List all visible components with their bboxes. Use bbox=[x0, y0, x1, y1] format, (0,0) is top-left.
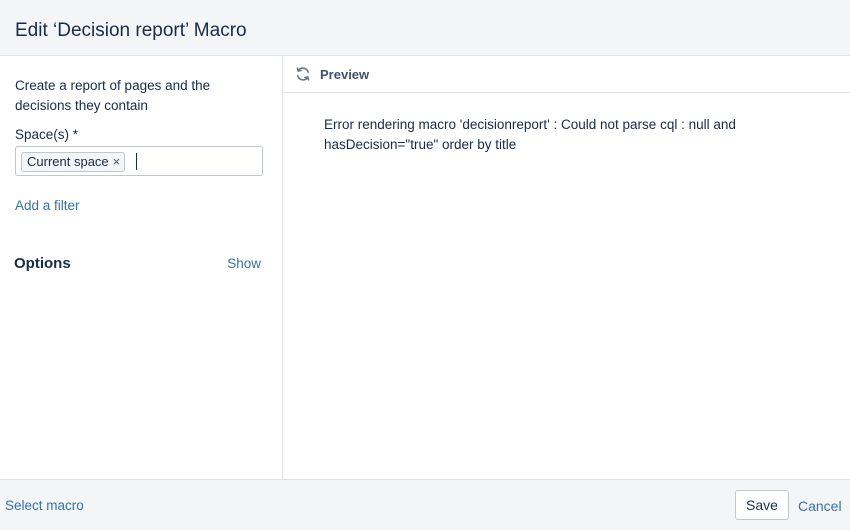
remove-token-icon[interactable]: × bbox=[113, 153, 121, 171]
spaces-field-label: Space(s) * bbox=[15, 127, 79, 142]
select-macro-link[interactable]: Select macro bbox=[5, 497, 84, 515]
add-filter-link[interactable]: Add a filter bbox=[15, 197, 80, 215]
preview-header: Preview bbox=[283, 56, 850, 93]
dialog-title: Edit ‘Decision report’ Macro bbox=[15, 20, 247, 41]
macro-parameters-panel: Create a report of pages and the decisio… bbox=[0, 56, 283, 479]
space-token-label: Current space bbox=[27, 154, 109, 169]
preview-panel: Preview Error rendering macro 'decisionr… bbox=[283, 56, 850, 479]
cancel-link[interactable]: Cancel bbox=[798, 497, 842, 515]
options-show-link[interactable]: Show bbox=[227, 255, 261, 273]
dialog-header: Edit ‘Decision report’ Macro bbox=[0, 0, 850, 56]
macro-editor-dialog: Edit ‘Decision report’ Macro Create a re… bbox=[0, 0, 850, 530]
dialog-footer: Select macro Save Cancel bbox=[0, 479, 850, 530]
macro-description: Create a report of pages and the decisio… bbox=[15, 78, 211, 113]
text-cursor bbox=[136, 153, 137, 170]
spaces-input[interactable]: Current space × bbox=[15, 146, 263, 176]
options-heading: Options bbox=[14, 255, 71, 272]
preview-label: Preview bbox=[320, 67, 370, 82]
space-token-current-space[interactable]: Current space × bbox=[21, 152, 126, 172]
save-button[interactable]: Save bbox=[735, 490, 789, 520]
refresh-icon[interactable] bbox=[295, 66, 311, 82]
macro-error-message: Error rendering macro 'decisionreport' :… bbox=[324, 117, 736, 152]
